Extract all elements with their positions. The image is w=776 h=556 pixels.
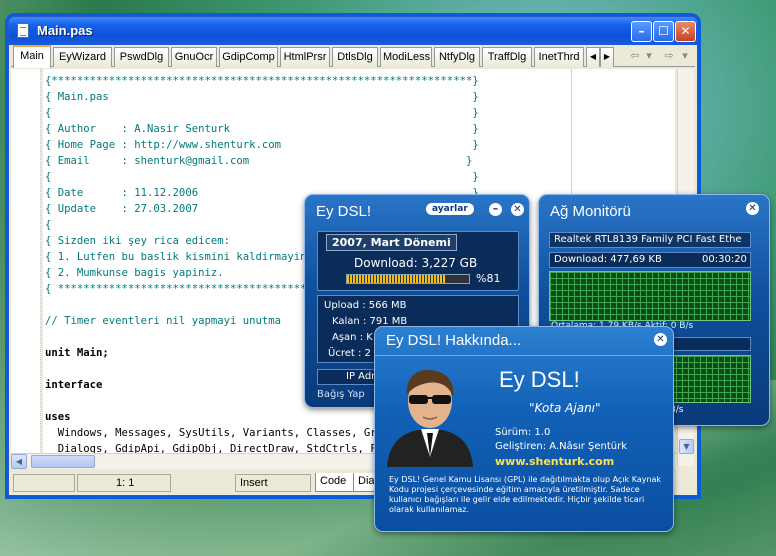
about-developer: Geliştiren: A.Nâsır Şentürk [495, 441, 628, 452]
about-divider [375, 355, 673, 356]
settings-button[interactable]: ayarlar [426, 203, 474, 215]
close-button[interactable]: ✕ [675, 21, 696, 42]
ip-address-label: IP Adr [346, 371, 376, 382]
forward-arrow-icon[interactable]: ⇨ [661, 47, 677, 65]
fee-label: Ücret [328, 348, 355, 359]
usage-progress-fill [347, 275, 446, 283]
cursor-position: 1: 1 [77, 474, 171, 492]
code-tab[interactable]: Code [315, 473, 355, 492]
forward-dropdown-icon[interactable]: ▾ [681, 47, 689, 65]
tab-modiless[interactable]: ModiLess [380, 47, 432, 67]
close-icon[interactable]: ✕ [746, 202, 759, 215]
code-line: {***************************************… [45, 75, 479, 87]
code-line: Windows, Messages, SysUtils, Variants, C… [45, 427, 422, 439]
about-dialog: Ey DSL! Hakkında... ✕ Ey DSL! "Kota Ajan… [374, 326, 674, 532]
code-line: { Author : A.Nasir Senturk } [45, 123, 479, 135]
tab-main[interactable]: Main [13, 45, 51, 68]
donate-link[interactable]: Bağış Yap [317, 389, 365, 400]
code-line: { Email : shenturk@gmail.com } [45, 155, 473, 167]
usage-panel: 2007, Mart Dönemi Download: 3,227 GB %81 [317, 231, 519, 291]
about-version: Sürüm: 1.0 [495, 427, 551, 438]
fee-row: Ücret : 2 [328, 348, 371, 359]
upload-row: Upload : 566 MB [324, 300, 407, 311]
tab-scroll-left-icon[interactable]: ◀ [586, 47, 600, 67]
download-readout: Download: 477,69 KB 00:30:20 [549, 252, 751, 268]
window-title: Main.pas [37, 23, 93, 38]
tab-htmlprsr[interactable]: HtmlPrsr [280, 47, 330, 67]
document-icon [17, 23, 29, 38]
code-line: // Timer eventleri nil yapmayi unutma [45, 315, 281, 327]
upload-value: 566 MB [368, 300, 407, 311]
agent-avatar-icon [387, 369, 473, 467]
remaining-label: Kalan [332, 316, 360, 327]
adapter-select[interactable]: Realtek RTL8139 Family PCI Fast Ethe [549, 232, 751, 248]
monitor-download: Download: 477,69 KB [554, 254, 662, 265]
line-gutter [11, 69, 41, 466]
monitor-time: 00:30:20 [702, 254, 747, 265]
eydsl-title: Ey DSL! [316, 203, 372, 220]
billing-period: 2007, Mart Dönemi [326, 234, 457, 251]
code-line: { } [45, 107, 479, 119]
code-line: uses [45, 411, 71, 423]
close-icon[interactable]: ✕ [654, 333, 667, 346]
scroll-down-icon[interactable]: ▼ [679, 439, 694, 454]
download-graph [549, 271, 751, 321]
file-tab-strip: Main EyWizard PswdDlg GnuOcr GdipComp Ht… [11, 45, 695, 68]
code-line: interface [45, 379, 103, 391]
exceeded-value: K [366, 332, 373, 343]
tab-eywizard[interactable]: EyWizard [53, 47, 112, 67]
upload-label: Upload [324, 300, 360, 311]
maximize-button[interactable]: ☐ [653, 21, 674, 42]
about-website-link[interactable]: www.shenturk.com [495, 455, 614, 468]
insert-mode: Insert [235, 474, 311, 492]
tab-dtlsdlg[interactable]: DtlsDlg [332, 47, 378, 67]
fee-value: 2 [364, 348, 371, 359]
code-line: { } [45, 171, 479, 183]
close-icon[interactable]: ✕ [511, 203, 524, 216]
minimize-button[interactable]: – [631, 21, 652, 42]
adapter-name: Realtek RTL8139 Family PCI Fast Ethe [554, 234, 742, 245]
minimize-icon[interactable]: – [489, 203, 502, 216]
about-title: Ey DSL! Hakkında... [386, 332, 522, 349]
code-line: { Home Page : http://www.shenturk.com } [45, 139, 479, 151]
tab-inetthrd[interactable]: InetThrd [534, 47, 584, 67]
tab-pswddlg[interactable]: PswdDlg [114, 47, 169, 67]
download-total: Download: 3,227 GB [354, 256, 478, 270]
back-arrow-icon[interactable]: ⇦ [627, 47, 643, 65]
exceeded-label: Aşan [332, 332, 357, 343]
code-line: { Main.pas } [45, 91, 479, 103]
about-app-name: Ey DSL! [499, 367, 580, 392]
back-dropdown-icon[interactable]: ▾ [645, 47, 653, 65]
status-spacer [173, 474, 233, 492]
title-bar[interactable]: Main.pas – ☐ ✕ [9, 17, 697, 45]
tab-scroll-right-icon[interactable]: ▶ [600, 47, 614, 67]
tab-gdipcomp[interactable]: GdipComp [219, 47, 278, 67]
scroll-left-icon[interactable]: ◀ [11, 454, 27, 469]
usage-percent: %81 [476, 272, 501, 285]
about-license-text: Ey DSL! Genel Kamu Lisansı (GPL) ile dağ… [389, 475, 662, 514]
status-panel-empty [13, 474, 75, 492]
tab-ntfydlg[interactable]: NtfyDlg [434, 47, 480, 67]
tab-gnuocr[interactable]: GnuOcr [171, 47, 217, 67]
about-subtitle: "Kota Ajanı" [529, 401, 601, 415]
usage-progress-bar [346, 274, 470, 284]
monitor-title: Ağ Monitörü [550, 203, 631, 220]
horizontal-scroll-thumb[interactable] [31, 455, 95, 468]
tab-traffdlg[interactable]: TraffDlg [482, 47, 532, 67]
exceeded-row: Aşan : K [332, 332, 373, 343]
code-line: unit Main; [45, 347, 109, 359]
